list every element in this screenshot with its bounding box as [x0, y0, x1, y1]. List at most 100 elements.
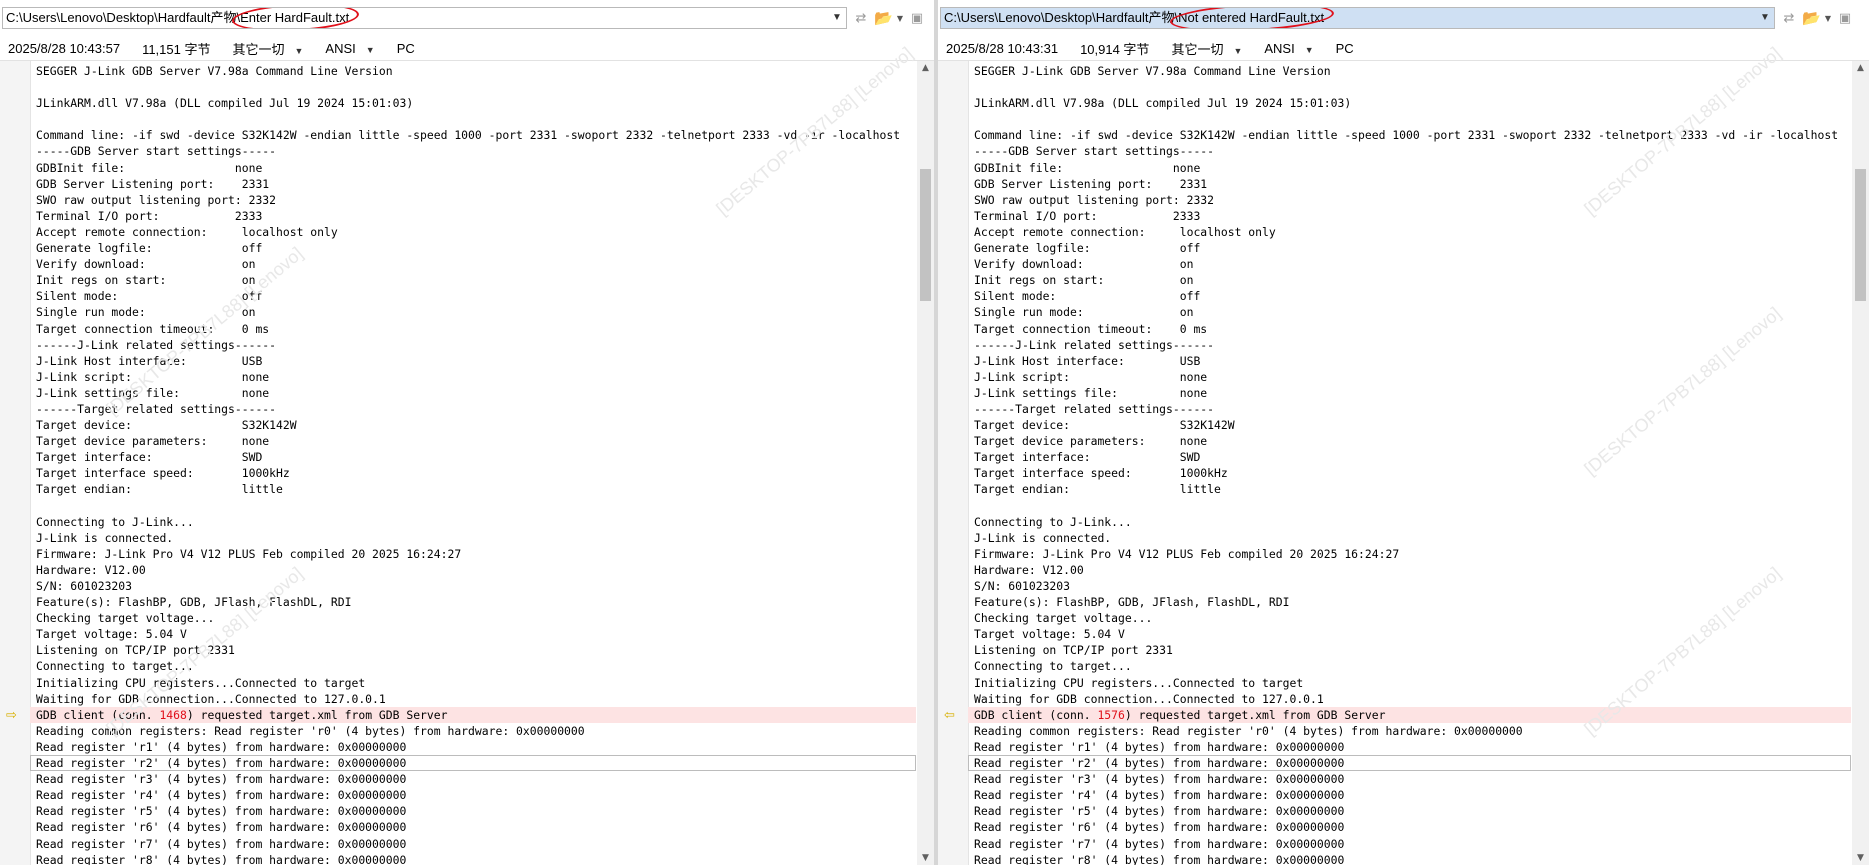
swap-icon[interactable]: ⇄	[852, 11, 870, 26]
chevron-down-icon[interactable]: ▼	[1824, 14, 1832, 23]
text-line: -----GDB Server start settings-----	[36, 144, 277, 159]
text-line: Feature(s): FlashBP, GDB, JFlash, FlashD…	[974, 595, 1290, 610]
swap-icon[interactable]: ⇄	[1780, 11, 1798, 26]
diff-connection-number: 1468	[159, 707, 187, 722]
text-line: -----GDB Server start settings-----	[974, 144, 1215, 159]
text-line: Read register 'r7' (4 bytes) from hardwa…	[974, 836, 1345, 851]
right-filter-label: 其它一切	[1171, 41, 1224, 57]
left-encoding-label: ANSI	[325, 40, 356, 56]
text-line: Read register 'r1' (4 bytes) from hardwa…	[36, 739, 407, 754]
text-line: S/N: 601023203	[36, 579, 133, 593]
right-path-input[interactable]: C:\Users\Lenovo\Desktop\Hardfault产物\Not …	[940, 7, 1775, 29]
chevron-down-icon[interactable]: ▼	[1757, 10, 1773, 26]
text-line: Read register 'r3' (4 bytes) from hardwa…	[974, 772, 1345, 787]
text-line: Read register 'r8' (4 bytes) from hardwa…	[974, 852, 1345, 865]
scroll-up-icon[interactable]: ▲	[917, 63, 934, 73]
text-line: SEGGER J-Link GDB Server V7.98a Command …	[36, 64, 393, 78]
chevron-down-icon[interactable]: ▼	[829, 10, 845, 26]
save-icon[interactable]: ▣	[1836, 11, 1854, 26]
right-encoding-select[interactable]: ANSI ▼	[1264, 41, 1313, 56]
text-line: J-Link Host interface: USB	[974, 353, 1201, 368]
right-file-pane: C:\Users\Lenovo\Desktop\Hardfault产物\Not …	[938, 0, 1869, 865]
left-info-bar: 2025/8/28 10:43:57 11,151 字节 其它一切 ▼ ANSI ▼…	[0, 37, 934, 59]
left-path-bar: C:\Users\Lenovo\Desktop\Hardfault产物\Ente…	[2, 7, 934, 29]
text-line: J-Link script: none	[974, 369, 1208, 384]
text-line: Checking target voltage...	[36, 611, 215, 626]
text-line: Target device: S32K142W	[36, 418, 297, 433]
folder-open-icon[interactable]: 📂	[1802, 9, 1821, 27]
text-line: Read register 'r2' (4 bytes) from hardwa…	[968, 755, 1851, 772]
left-file-pane: C:\Users\Lenovo\Desktop\Hardfault产物\Ente…	[0, 0, 934, 865]
text-line	[36, 111, 916, 127]
left-encoding-select[interactable]: ANSI ▼	[325, 41, 374, 56]
right-text-view[interactable]: ⇦ SEGGER J-Link GDB Server V7.98a Comman…	[938, 43, 1869, 865]
text-line: Read register 'r3' (4 bytes) from hardwa…	[36, 772, 407, 787]
diff-line: GDB client (conn. 1576) requested target…	[968, 706, 1851, 723]
left-file-size: 11,151 字节	[142, 41, 211, 57]
left-path-directory: C:\Users\Lenovo\Desktop\Hardfault产物\	[6, 10, 241, 25]
text-line: SWO raw output listening port: 2332	[974, 192, 1215, 207]
left-text-lines: SEGGER J-Link GDB Server V7.98a Command …	[30, 63, 916, 865]
text-line: Read register 'r6' (4 bytes) from hardwa…	[974, 820, 1345, 835]
text-line: J-Link settings file: none	[974, 385, 1208, 400]
text-line: JLinkARM.dll V7.98a (DLL compiled Jul 19…	[36, 96, 414, 111]
text-line: S/N: 601023203	[974, 579, 1071, 593]
right-scroll-thumb[interactable]	[1855, 169, 1866, 301]
text-line: Single run mode: on	[36, 305, 256, 320]
folder-open-icon[interactable]: 📂	[874, 9, 893, 27]
chevron-down-icon[interactable]: ▼	[896, 14, 904, 23]
text-line: Target voltage: 5.04 V	[36, 627, 187, 642]
text-line: Read register 'r1' (4 bytes) from hardwa…	[974, 739, 1345, 754]
text-line: Target interface speed: 1000kHz	[974, 466, 1228, 481]
diff-arrow-right-icon[interactable]: ⇨	[6, 709, 22, 722]
text-line: Terminal I/O port: 2333	[36, 208, 263, 223]
text-line: SWO raw output listening port: 2332	[36, 192, 277, 207]
text-line: ------Target related settings------	[974, 401, 1215, 416]
text-line: ------J-Link related settings------	[974, 337, 1215, 352]
text-line: Connecting to target...	[36, 659, 194, 674]
text-line: Accept remote connection: localhost only	[36, 224, 338, 239]
text-line: Feature(s): FlashBP, GDB, JFlash, FlashD…	[36, 595, 352, 610]
text-line: Command line: -if swd -device S32K142W -…	[36, 128, 901, 143]
diff-line-prefix: GDB client (conn.	[36, 707, 160, 722]
text-line: Target device parameters: none	[36, 434, 270, 449]
scroll-down-icon[interactable]: ▼	[1852, 853, 1869, 863]
save-icon[interactable]: ▣	[908, 11, 926, 26]
text-line: ------J-Link related settings------	[36, 337, 277, 352]
text-line: Waiting for GDB connection...Connected t…	[974, 691, 1324, 706]
left-scrollbar[interactable]: ▲ ▼	[917, 61, 934, 865]
left-scroll-thumb[interactable]	[920, 169, 931, 301]
left-file-date: 2025/8/28 10:43:57	[8, 40, 121, 56]
text-line: Listening on TCP/IP port 2331	[974, 643, 1173, 658]
text-line: J-Link is connected.	[974, 530, 1112, 545]
text-line: Target interface: SWD	[974, 450, 1201, 465]
left-filter-select[interactable]: 其它一切 ▼	[232, 39, 303, 58]
text-line: Verify download: on	[974, 257, 1194, 272]
right-gutter	[938, 61, 969, 865]
scroll-down-icon[interactable]: ▼	[917, 853, 934, 863]
left-text-view[interactable]: ⇨ SEGGER J-Link GDB Server V7.98a Comman…	[0, 43, 934, 865]
text-line: Initializing CPU registers...Connected t…	[36, 675, 366, 690]
right-file-size: 10,914 字节	[1080, 41, 1150, 57]
right-scrollbar[interactable]: ▲ ▼	[1852, 61, 1869, 865]
text-line: J-Link Host interface: USB	[36, 353, 263, 368]
text-line: Terminal I/O port: 2333	[974, 208, 1201, 223]
right-filter-select[interactable]: 其它一切 ▼	[1171, 39, 1242, 58]
text-line: ------Target related settings------	[36, 401, 277, 416]
right-toolbar: ⇄ 📂 ▼ ▣	[1780, 8, 1854, 28]
text-line	[974, 111, 1851, 127]
text-line: Read register 'r5' (4 bytes) from hardwa…	[974, 804, 1345, 819]
chevron-down-icon: ▼	[1304, 44, 1314, 55]
right-text-lines: SEGGER J-Link GDB Server V7.98a Command …	[968, 63, 1851, 865]
text-line	[36, 498, 916, 514]
scroll-up-icon[interactable]: ▲	[1852, 63, 1869, 73]
left-path-input[interactable]: C:\Users\Lenovo\Desktop\Hardfault产物\Ente…	[2, 7, 847, 29]
left-path-filename: Enter HardFault.txt	[240, 10, 350, 25]
right-encoding-label: ANSI	[1264, 40, 1295, 56]
text-line: Target device parameters: none	[974, 434, 1208, 449]
diff-arrow-left-icon[interactable]: ⇦	[944, 709, 960, 722]
text-line: Read register 'r4' (4 bytes) from hardwa…	[36, 788, 407, 803]
text-line: Generate logfile: off	[974, 241, 1201, 256]
text-line: J-Link is connected.	[36, 530, 174, 545]
right-file-date: 2025/8/28 10:43:31	[946, 40, 1059, 56]
